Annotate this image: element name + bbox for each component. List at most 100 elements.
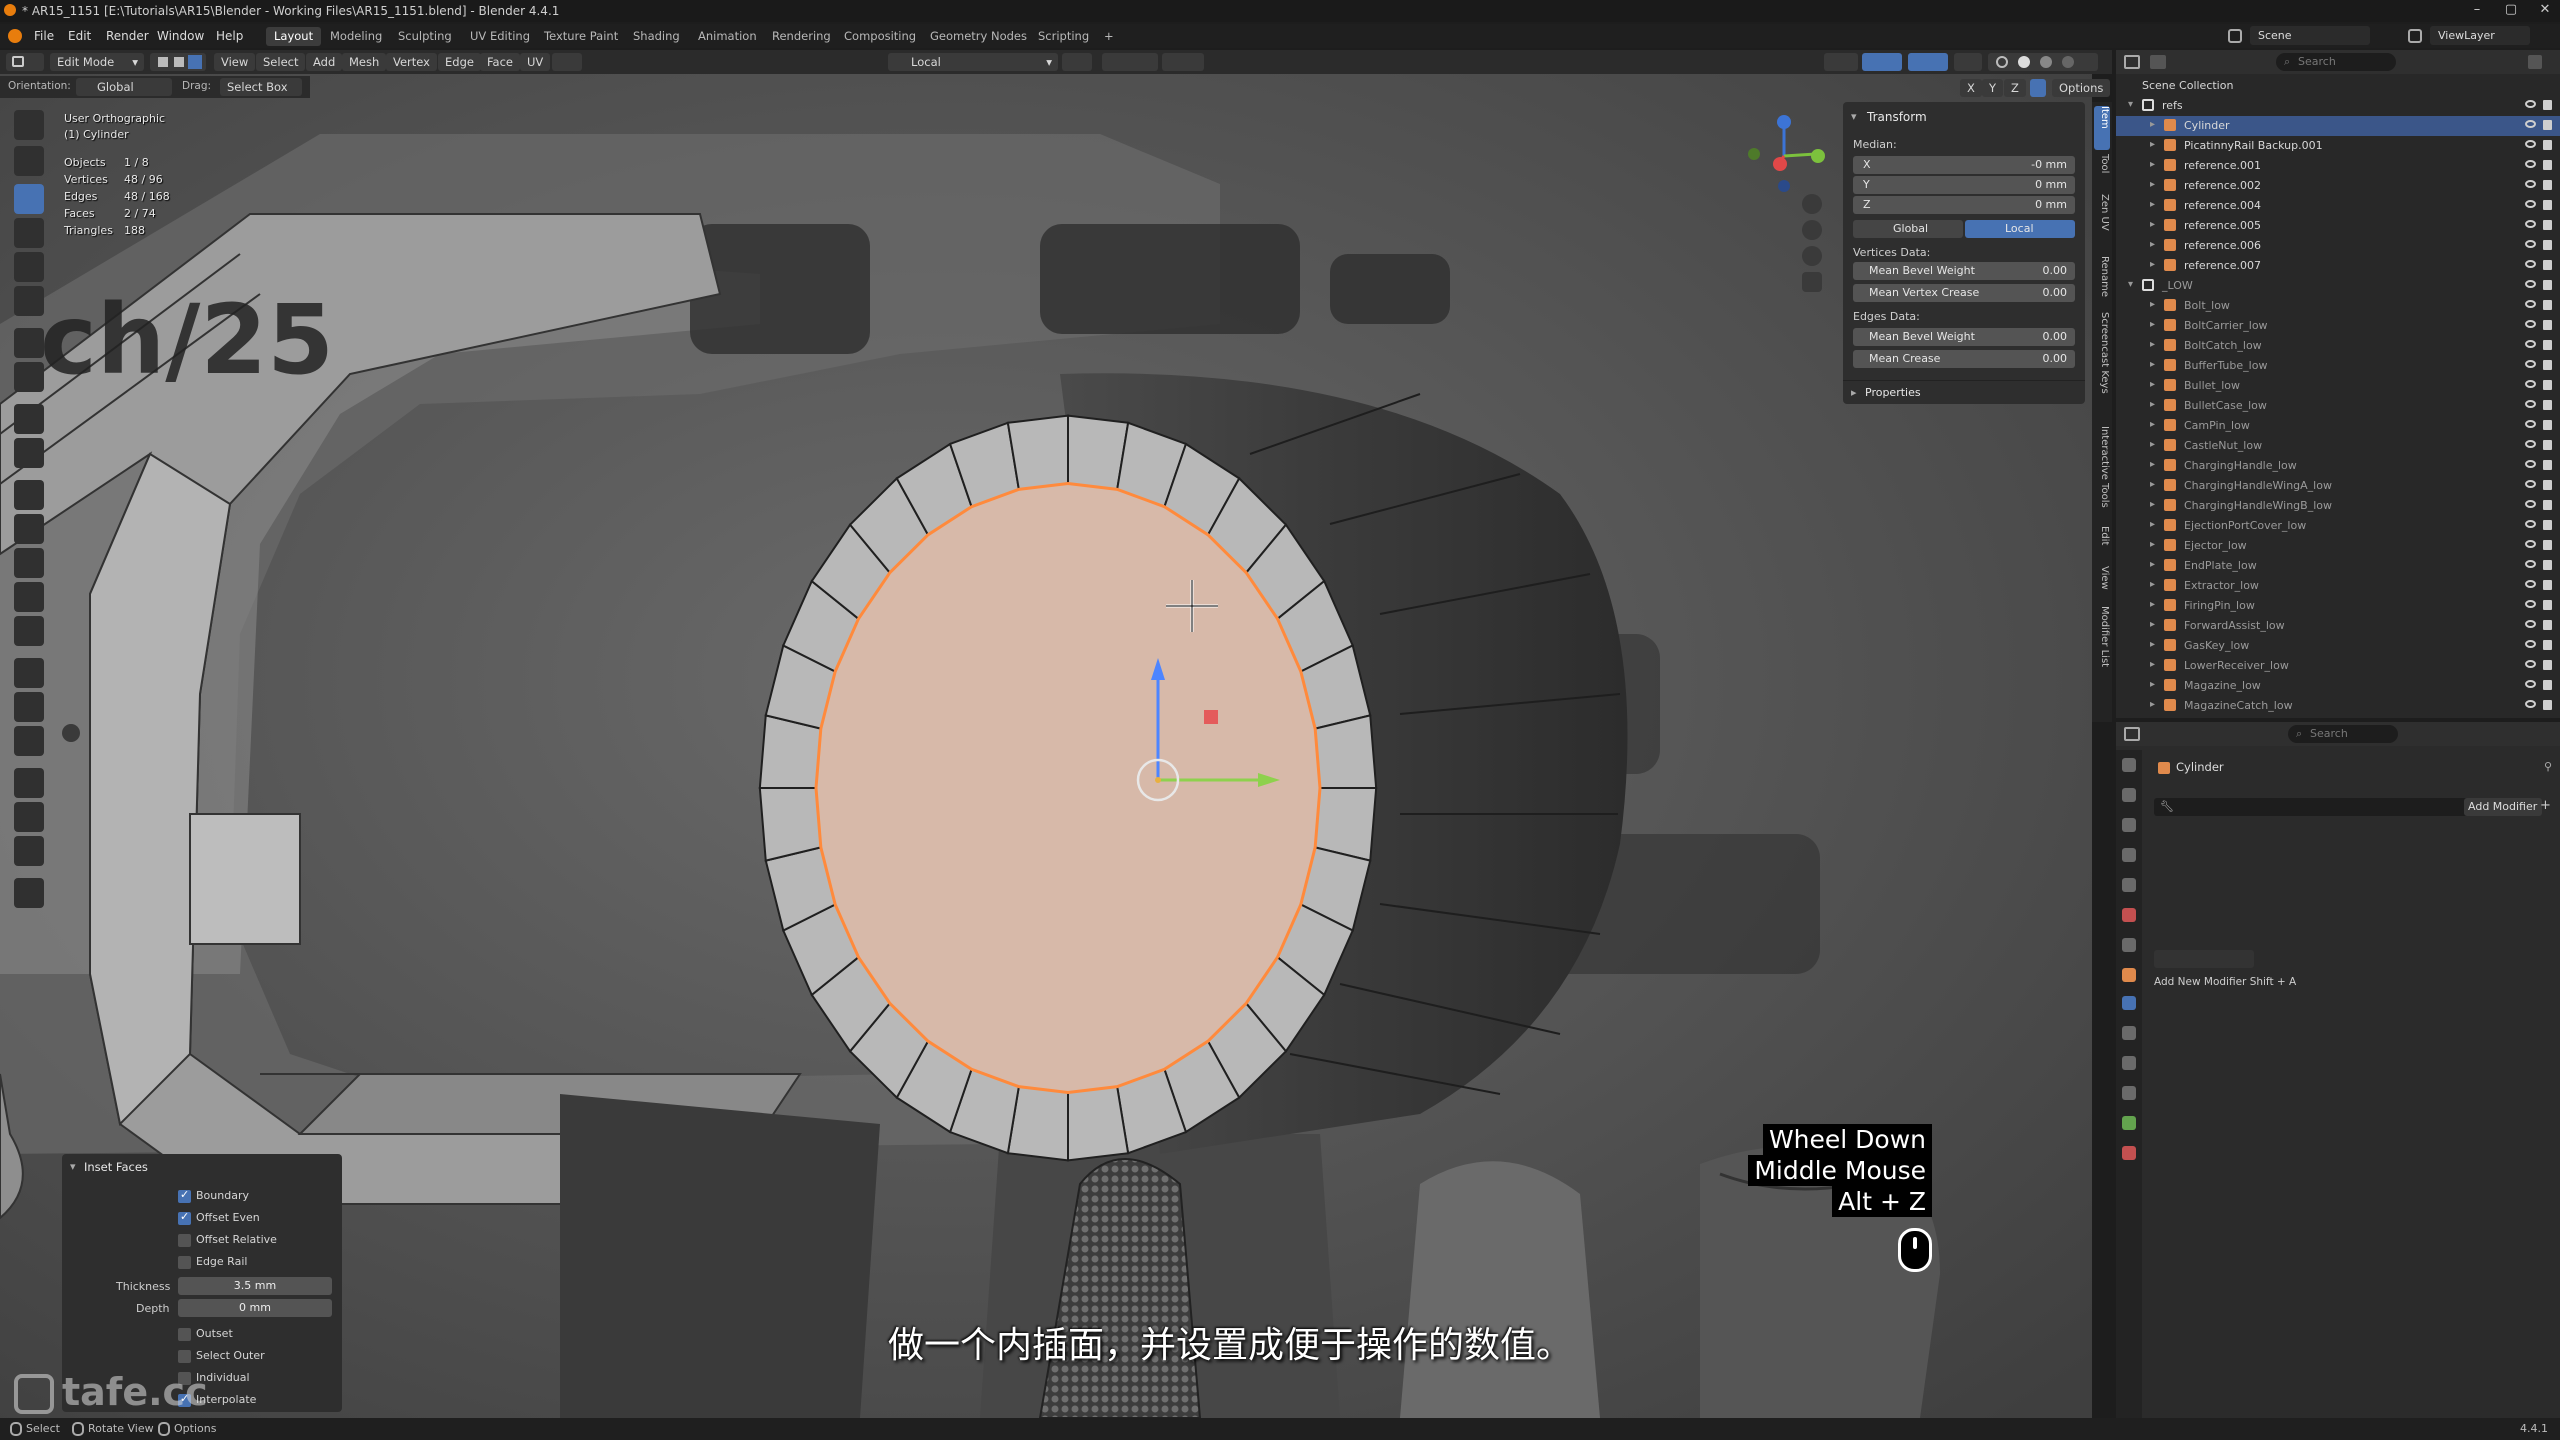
knife-tool-icon[interactable] <box>14 582 44 612</box>
collection-tab-icon[interactable] <box>2122 938 2136 952</box>
camera-icon[interactable] <box>2543 700 2552 710</box>
outliner-item[interactable]: ▸ BoltCarrier_low <box>2116 316 2560 336</box>
camera-icon[interactable] <box>2543 600 2552 610</box>
visibility-icon[interactable] <box>1824 53 1858 71</box>
add-cube-tool-icon[interactable] <box>14 404 44 434</box>
object-tab-icon[interactable] <box>2122 968 2136 982</box>
chevron-right-icon[interactable]: ▸ <box>2150 259 2155 270</box>
close-button[interactable]: ✕ <box>2530 2 2560 20</box>
navigation-gizmo[interactable] <box>1740 108 1830 198</box>
drag-selector[interactable]: Select Box <box>220 78 302 96</box>
eye-icon[interactable] <box>2525 160 2536 168</box>
sidebar-tab-interactive-tools[interactable]: Interactive Tools <box>2094 426 2110 522</box>
outliner-item[interactable]: ▸ PicatinnyRail Backup.001 <box>2116 136 2560 156</box>
chevron-right-icon[interactable]: ▸ <box>2150 559 2155 570</box>
outliner-item[interactable]: ▸ reference.007 <box>2116 256 2560 276</box>
face-select-icon[interactable] <box>188 55 202 69</box>
cursor-tool-icon[interactable] <box>14 146 44 176</box>
sidebar-tab-edit[interactable]: Edit <box>2094 526 2110 562</box>
data-tab-icon[interactable] <box>2122 1116 2136 1130</box>
tab-shading[interactable]: Shading <box>625 27 688 46</box>
chevron-right-icon[interactable]: ▸ <box>2150 339 2155 350</box>
editor-type-button[interactable] <box>6 53 44 71</box>
options-button[interactable]: Options <box>2052 79 2111 97</box>
sidebar-tab-modifier-list[interactable]: Modifier List <box>2094 606 2110 686</box>
edge-rail-checkbox[interactable] <box>178 1256 191 1269</box>
eye-icon[interactable] <box>2525 320 2536 328</box>
tab-texture-paint[interactable]: Texture Paint <box>536 27 626 46</box>
outliner-item[interactable]: ▸ Bolt_low <box>2116 296 2560 316</box>
camera-icon[interactable] <box>2543 360 2552 370</box>
outliner-item[interactable]: ▸ reference.001 <box>2116 156 2560 176</box>
camera-icon[interactable] <box>2543 440 2552 450</box>
edge-select-icon[interactable] <box>174 57 184 67</box>
measure-tool-icon[interactable] <box>14 362 44 392</box>
chevron-right-icon[interactable]: ▸ <box>2150 459 2155 470</box>
eye-icon[interactable] <box>2525 700 2536 708</box>
physics-tab-icon[interactable] <box>2122 1056 2136 1070</box>
outliner-item[interactable]: ▸ MagazineCatch_low <box>2116 696 2560 716</box>
mean-bevel-weight-vertex-field[interactable]: Mean Bevel Weight 0.00 <box>1853 262 2075 280</box>
eye-icon[interactable] <box>2525 220 2536 228</box>
eye-icon[interactable] <box>2525 480 2536 488</box>
render-tab-icon[interactable] <box>2122 788 2136 802</box>
outliner-item[interactable]: ▸ reference.005 <box>2116 216 2560 236</box>
modifier-apply-buttons[interactable] <box>2154 950 2254 968</box>
eye-icon[interactable] <box>2525 680 2536 688</box>
transform-header[interactable]: Transform <box>1867 110 1927 124</box>
eye-icon[interactable] <box>2525 360 2536 368</box>
chevron-right-icon[interactable]: ▸ <box>2150 679 2155 690</box>
outliner-item[interactable]: ▸ BufferTube_low <box>2116 356 2560 376</box>
offset-even-checkbox[interactable] <box>178 1210 191 1225</box>
outliner-item[interactable]: ▸ Ejector_low <box>2116 536 2560 556</box>
chevron-right-icon[interactable]: ▸ <box>2150 239 2155 250</box>
mean-bevel-weight-edge-field[interactable]: Mean Bevel Weight 0.00 <box>1853 328 2075 346</box>
chevron-right-icon[interactable]: ▸ <box>2150 179 2155 190</box>
sidebar-tab-zen-uv[interactable]: Zen UV <box>2094 194 2110 252</box>
display-mode-icon[interactable] <box>2150 55 2166 69</box>
blender-menu-icon[interactable] <box>8 29 22 43</box>
outliner-item[interactable]: ▸ Cylinder <box>2116 116 2560 136</box>
outliner-item[interactable]: ▸ FiringPin_low <box>2116 596 2560 616</box>
camera-icon[interactable] <box>2543 280 2552 290</box>
zoom-icon[interactable] <box>1802 194 1822 214</box>
poly-build-tool-icon[interactable] <box>14 616 44 646</box>
sidebar-tab-rename[interactable]: Rename <box>2094 256 2110 308</box>
constraints-tab-icon[interactable] <box>2122 1086 2136 1100</box>
eye-icon[interactable] <box>2525 440 2536 448</box>
scene-tab-icon[interactable] <box>2122 878 2136 892</box>
offset-relative-checkbox[interactable] <box>178 1234 191 1247</box>
pivot-point-icon[interactable] <box>1062 53 1092 71</box>
viewport-nav-buttons[interactable] <box>1802 194 1824 294</box>
tab-animation[interactable]: Animation <box>690 27 765 46</box>
eye-icon[interactable] <box>2525 460 2536 468</box>
chevron-down-icon[interactable]: ▾ <box>70 1160 76 1173</box>
extra-tools-icon[interactable] <box>14 878 44 908</box>
outliner-item[interactable]: ▸ reference.006 <box>2116 236 2560 256</box>
chevron-right-icon[interactable]: ▸ <box>2150 299 2155 310</box>
camera-icon[interactable] <box>2543 200 2552 210</box>
eye-icon[interactable] <box>2525 540 2536 548</box>
menu-help[interactable]: Help <box>216 29 243 43</box>
inset-panel-title[interactable]: Inset Faces <box>84 1160 148 1174</box>
tab-modeling[interactable]: Modeling <box>322 27 390 46</box>
eye-icon[interactable] <box>2525 500 2536 508</box>
spin-tool-icon[interactable] <box>14 658 44 688</box>
camera-icon[interactable] <box>2543 300 2552 310</box>
eye-icon[interactable] <box>2525 340 2536 348</box>
sidebar-tab-screencast-keys[interactable]: Screencast Keys <box>2094 312 2110 422</box>
overlay-toggle-icon[interactable] <box>1908 53 1948 71</box>
eye-icon[interactable] <box>2525 520 2536 528</box>
particles-tab-icon[interactable] <box>2122 1026 2136 1040</box>
outliner-editor-icon[interactable] <box>2124 55 2140 69</box>
camera-view-icon[interactable] <box>1802 246 1822 266</box>
eye-icon[interactable] <box>2525 600 2536 608</box>
properties-editor-icon[interactable] <box>2124 727 2140 741</box>
add-modifier-button[interactable]: Add Modifier <box>2464 798 2542 816</box>
outliner-item[interactable]: ▸ ForwardAssist_low <box>2116 616 2560 636</box>
chevron-right-icon[interactable]: ▸ <box>2150 479 2155 490</box>
tab-rendering[interactable]: Rendering <box>764 27 839 46</box>
outliner-item[interactable]: ▸ BulletCase_low <box>2116 396 2560 416</box>
transform-tool-icon[interactable] <box>14 286 44 316</box>
loop-cut-tool-icon[interactable] <box>14 548 44 578</box>
